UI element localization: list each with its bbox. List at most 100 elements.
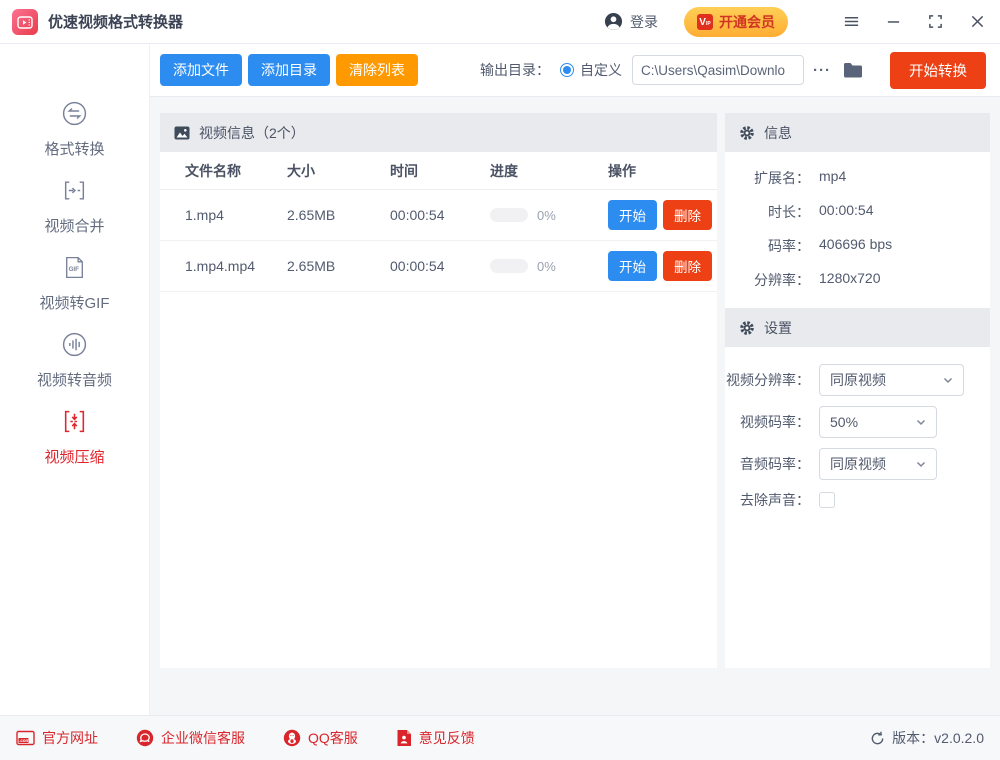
setting-label: 去除声音： <box>725 490 810 510</box>
sidebar-item-video-to-audio[interactable]: 视频转音频 <box>37 331 112 390</box>
gear-icon <box>739 125 755 141</box>
select-value: 同原视频 <box>830 454 886 474</box>
open-folder-icon[interactable] <box>843 62 863 79</box>
start-convert-button[interactable]: 开始转换 <box>890 52 986 89</box>
sidebar-item-video-compress[interactable]: 视频压缩 <box>44 408 104 467</box>
maximize-icon[interactable] <box>926 13 944 31</box>
field-value: 406696 bps <box>819 236 892 256</box>
chevron-down-icon <box>915 416 927 428</box>
svg-text:.com: .com <box>19 738 29 743</box>
row-delete-button[interactable]: 删除 <box>663 200 712 230</box>
row-start-button[interactable]: 开始 <box>608 251 657 281</box>
footer-bar: .com 官方网址 企业微信客服 QQ客服 意见反馈 版本：v <box>0 715 1000 760</box>
video-list-header: 视频信息（2个） <box>160 113 717 152</box>
footer-link-label: 意见反馈 <box>419 728 475 748</box>
row-delete-button[interactable]: 删除 <box>663 251 712 281</box>
field-label: 时长： <box>725 202 810 222</box>
clear-list-button[interactable]: 清除列表 <box>336 54 418 86</box>
footer-link-label: QQ客服 <box>308 728 358 748</box>
svg-text:GIF: GIF <box>69 266 80 273</box>
browse-ellipsis-button[interactable]: ··· <box>813 62 831 79</box>
sidebar-item-label: 格式转换 <box>44 138 104 159</box>
settings-fields: 视频分辨率： 同原视频 视频码率： 50% <box>725 347 990 520</box>
sidebar-item-label: 视频转GIF <box>40 292 110 313</box>
setting-label: 音频码率： <box>725 454 810 474</box>
sidebar-item-label: 视频合并 <box>44 215 104 236</box>
login-label: 登录 <box>630 12 658 32</box>
table-row: 1.mp4 2.65MB 00:00:54 0% 开始 删除 <box>160 190 717 241</box>
add-file-button[interactable]: 添加文件 <box>160 54 242 86</box>
title-bar: 优速视频格式转换器 登录 VIP 开通会员 <box>0 0 1000 44</box>
vip-label: 开通会员 <box>719 12 775 32</box>
chevron-down-icon <box>915 458 927 470</box>
side-panel: 信息 扩展名：mp4 时长：00:00:54 码率：406696 bps 分辨率… <box>725 113 990 668</box>
table-row: 1.mp4.mp4 2.65MB 00:00:54 0% 开始 删除 <box>160 241 717 292</box>
video-resolution-select[interactable]: 同原视频 <box>819 364 964 396</box>
output-dir-label: 输出目录： <box>480 60 550 80</box>
col-filename: 文件名称 <box>185 161 287 181</box>
sidebar-item-format-convert[interactable]: 格式转换 <box>44 100 104 159</box>
info-fields: 扩展名：mp4 时长：00:00:54 码率：406696 bps 分辨率：12… <box>725 152 990 308</box>
wechat-service-icon <box>136 729 154 747</box>
file-name: 1.mp4.mp4 <box>185 258 287 274</box>
qq-service-icon <box>283 729 301 747</box>
gif-icon: GIF <box>61 254 88 285</box>
sidebar-item-label: 视频压缩 <box>44 446 104 467</box>
sidebar-item-label: 视频转音频 <box>37 369 112 390</box>
minimize-icon[interactable] <box>884 13 902 31</box>
custom-radio[interactable] <box>560 63 574 77</box>
remove-audio-checkbox[interactable] <box>819 492 835 508</box>
feedback-icon <box>396 729 412 747</box>
vip-upgrade-button[interactable]: VIP 开通会员 <box>684 7 788 37</box>
version-label: 版本：v2.0.2.0 <box>892 728 984 748</box>
settings-header: 设置 <box>725 308 990 347</box>
file-name: 1.mp4 <box>185 207 287 223</box>
progress-percent: 0% <box>537 208 556 223</box>
custom-radio-label: 自定义 <box>580 60 622 80</box>
vip-badge-icon: VIP <box>697 14 713 30</box>
table-header-row: 文件名称 大小 时间 进度 操作 <box>160 152 717 190</box>
footer-link-qq-service[interactable]: QQ客服 <box>283 728 358 748</box>
footer-link-feedback[interactable]: 意见反馈 <box>396 728 475 748</box>
field-label: 扩展名： <box>725 168 810 188</box>
progress-bar <box>490 208 528 222</box>
field-value: 00:00:54 <box>819 202 874 222</box>
col-size: 大小 <box>287 161 390 181</box>
sidebar: 格式转换 视频合并 GIF 视频转GIF 视频转音频 <box>0 44 150 715</box>
add-directory-button[interactable]: 添加目录 <box>248 54 330 86</box>
update-refresh-icon[interactable] <box>870 731 885 746</box>
setting-label: 视频分辨率： <box>725 370 810 390</box>
gear-icon <box>739 320 755 336</box>
setting-label: 视频码率： <box>725 412 810 432</box>
merge-icon <box>61 177 88 208</box>
compress-icon <box>61 408 88 439</box>
picture-icon <box>174 125 190 141</box>
col-progress: 进度 <box>490 161 608 181</box>
user-avatar-icon <box>604 12 623 31</box>
output-path-input[interactable] <box>632 55 804 85</box>
field-value: 1280x720 <box>819 270 881 290</box>
app-title: 优速视频格式转换器 <box>48 11 183 32</box>
video-list-title: 视频信息（2个） <box>199 123 305 143</box>
row-start-button[interactable]: 开始 <box>608 200 657 230</box>
login-button[interactable]: 登录 <box>604 12 658 32</box>
close-icon[interactable] <box>968 13 986 31</box>
app-logo-icon <box>12 9 38 35</box>
audio-bitrate-select[interactable]: 同原视频 <box>819 448 937 480</box>
footer-link-wechat-service[interactable]: 企业微信客服 <box>136 728 245 748</box>
website-icon: .com <box>16 730 35 746</box>
video-bitrate-select[interactable]: 50% <box>819 406 937 438</box>
file-time: 00:00:54 <box>390 207 490 223</box>
sidebar-item-video-merge[interactable]: 视频合并 <box>44 177 104 236</box>
file-time: 00:00:54 <box>390 258 490 274</box>
app-window: 优速视频格式转换器 登录 VIP 开通会员 <box>0 0 1000 760</box>
info-title: 信息 <box>764 123 792 143</box>
convert-icon <box>61 100 88 131</box>
select-value: 同原视频 <box>830 370 886 390</box>
progress-percent: 0% <box>537 259 556 274</box>
field-label: 分辨率： <box>725 270 810 290</box>
footer-link-website[interactable]: .com 官方网址 <box>16 728 98 748</box>
toolbar: 添加文件 添加目录 清除列表 输出目录： 自定义 ··· 开始转换 <box>150 44 1000 97</box>
menu-icon[interactable] <box>842 13 860 31</box>
sidebar-item-video-to-gif[interactable]: GIF 视频转GIF <box>40 254 110 313</box>
